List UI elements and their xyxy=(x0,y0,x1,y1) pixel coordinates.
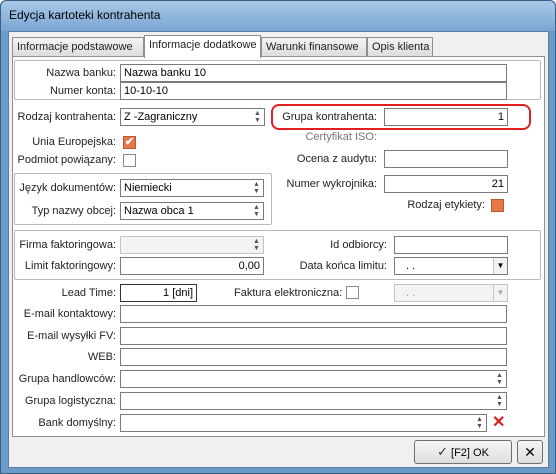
bank-name-input[interactable]: Nazwa banku 10 xyxy=(120,64,507,82)
spin-arrows-icon[interactable]: ▲ ▼ xyxy=(494,372,505,386)
close-icon: ✕ xyxy=(524,444,536,460)
lead-time-input[interactable]: 1 [dni] xyxy=(120,284,197,302)
email-contact-label: E-mail kontaktowy: xyxy=(23,308,116,320)
limit-end-date-value: . . xyxy=(406,260,416,272)
limit-end-date-picker[interactable]: . . ▼ xyxy=(394,257,508,275)
eu-label: Unia Europejska: xyxy=(32,136,116,148)
web-label: WEB: xyxy=(87,351,116,363)
tab-informacje-dodatkowe[interactable]: Informacje dodatkowe xyxy=(144,35,261,58)
sales-group-label: Grupa handlowców: xyxy=(18,373,116,385)
spin-arrows-icon[interactable]: ▲ ▼ xyxy=(251,181,262,195)
foreign-name-type-label: Typ nazwy obcej: xyxy=(31,205,116,217)
document-language-label: Język dokumentów: xyxy=(19,182,116,194)
ok-button-label: [F2] OK xyxy=(451,447,489,459)
account-number-label: Numer konta: xyxy=(49,85,116,97)
tab-informacje-podstawowe[interactable]: Informacje podstawowe xyxy=(12,37,144,57)
contractor-type-label: Rodzaj kontrahenta: xyxy=(17,111,116,123)
web-input[interactable] xyxy=(120,348,507,366)
bank-name-label: Nazwa banku: xyxy=(46,67,116,79)
related-entity-checkbox[interactable] xyxy=(123,154,136,167)
pattern-number-label: Numer wykrojnika: xyxy=(286,178,377,190)
dialog-client: Informacje podstawowe Informacje dodatko… xyxy=(8,31,549,468)
spin-arrows-icon[interactable]: ▲ ▼ xyxy=(252,110,263,124)
ok-button[interactable]: ✓ [F2] OK xyxy=(414,440,512,464)
email-contact-input[interactable] xyxy=(120,305,507,323)
recipient-id-label: Id odbiorcy: xyxy=(330,239,387,251)
factoring-company-select[interactable]: ▲ ▼ xyxy=(120,236,264,254)
default-bank-label: Bank domyślny: xyxy=(38,417,116,429)
limit-end-date-label: Data końca limitu: xyxy=(299,260,387,272)
factoring-limit-input[interactable]: 0,00 xyxy=(120,257,264,275)
factoring-company-label: Firma faktoringowa: xyxy=(19,239,116,251)
checkmark-icon: ✓ xyxy=(437,444,448,459)
email-invoice-input[interactable] xyxy=(120,327,507,345)
chevron-down-icon[interactable]: ▼ xyxy=(493,258,507,274)
foreign-name-type-value: Nazwa obca 1 xyxy=(124,205,194,217)
label-type-color-button[interactable] xyxy=(491,199,504,212)
pattern-number-input[interactable]: 21 xyxy=(384,175,508,193)
sales-group-select[interactable]: ▲ ▼ xyxy=(120,370,507,388)
e-invoice-date-value: . . xyxy=(406,287,416,299)
spin-arrows-icon[interactable]: ▲ ▼ xyxy=(251,238,262,252)
lead-time-label: Lead Time: xyxy=(61,287,116,299)
contractor-type-value: Z -Zagraniczny xyxy=(124,111,198,123)
related-entity-label: Podmiot powiązany: xyxy=(17,154,116,166)
spin-arrows-icon[interactable]: ▲ ▼ xyxy=(494,394,505,408)
factoring-limit-label: Limit faktoringowy: xyxy=(24,260,116,272)
button-bar: ✓ [F2] OK ✕ xyxy=(12,440,545,466)
document-language-value: Niemiecki xyxy=(124,182,172,194)
default-bank-select[interactable]: ▲ ▼ xyxy=(120,414,487,432)
audit-score-input[interactable] xyxy=(384,150,508,168)
dialog-window: Edycja kartoteki kontrahenta Informacje … xyxy=(0,0,556,474)
spin-arrows-icon[interactable]: ▲ ▼ xyxy=(251,204,262,218)
tab-warunki-finansowe[interactable]: Warunki finansowe xyxy=(261,37,367,57)
tab-opis-klienta[interactable]: Opis klienta xyxy=(367,37,433,57)
document-language-select[interactable]: Niemiecki ▲ ▼ xyxy=(120,179,264,197)
tab-panel: Nazwa banku: Nazwa banku 10 Numer konta:… xyxy=(12,56,545,437)
iso-certificate-label: Certyfikat ISO: xyxy=(305,131,377,143)
chevron-down-icon[interactable]: ▼ xyxy=(493,285,507,301)
clear-x-icon[interactable]: ✕ xyxy=(492,415,505,431)
email-invoice-label: E-mail wysyłki FV: xyxy=(27,330,116,342)
logistic-group-select[interactable]: ▲ ▼ xyxy=(120,392,507,410)
foreign-name-type-select[interactable]: Nazwa obca 1 ▲ ▼ xyxy=(120,202,264,220)
recipient-id-input[interactable] xyxy=(394,236,508,254)
label-type-label: Rodzaj etykiety: xyxy=(407,199,485,211)
e-invoice-label: Faktura elektroniczna: xyxy=(234,287,343,299)
contractor-group-input[interactable]: 1 xyxy=(384,108,508,126)
eu-checkbox[interactable]: ✔ xyxy=(123,136,136,149)
e-invoice-date-picker[interactable]: . . ▼ xyxy=(394,284,508,302)
title-bar[interactable]: Edycja kartoteki kontrahenta xyxy=(1,1,555,31)
contractor-type-select[interactable]: Z -Zagraniczny ▲ ▼ xyxy=(120,108,265,126)
e-invoice-checkbox[interactable] xyxy=(346,286,359,299)
spin-arrows-icon[interactable]: ▲ ▼ xyxy=(474,416,485,430)
cancel-button[interactable]: ✕ xyxy=(517,440,543,464)
window-title: Edycja kartoteki kontrahenta xyxy=(9,8,161,22)
logistic-group-label: Grupa logistyczna: xyxy=(24,395,116,407)
contractor-group-label: Grupa kontrahenta: xyxy=(282,111,377,123)
audit-score-label: Ocena z audytu: xyxy=(296,153,377,165)
account-number-input[interactable]: 10-10-10 xyxy=(120,82,507,100)
